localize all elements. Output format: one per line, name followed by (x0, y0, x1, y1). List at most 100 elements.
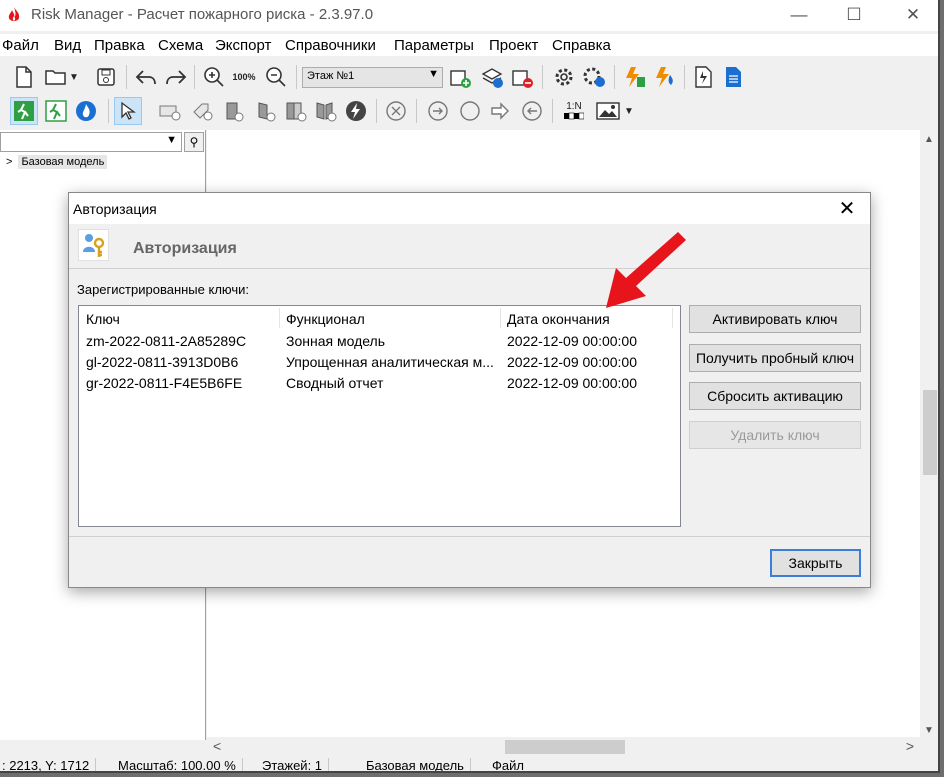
scroll-left-icon[interactable]: < (213, 738, 221, 754)
arrow-right-icon[interactable] (486, 97, 514, 125)
open-dropdown-icon[interactable]: ▼ (66, 63, 82, 91)
key-cell[interactable]: zm-2022-0811-2A85289C (86, 333, 246, 349)
column-feature[interactable]: Функционал (286, 311, 365, 327)
menu-parameters[interactable]: Параметры (394, 37, 474, 54)
key-cell[interactable]: gl-2022-0811-3913D0B6 (86, 354, 238, 370)
dialog-header: Авторизация (69, 224, 870, 269)
evacuation-mode-icon[interactable] (10, 97, 38, 125)
exit-route-icon[interactable] (42, 97, 70, 125)
status-scale: Масштаб: 100.00 % (118, 758, 243, 771)
add-room-icon[interactable] (156, 97, 184, 125)
background-image-icon[interactable] (594, 97, 622, 125)
reset-activation-button[interactable]: Сбросить активацию (689, 382, 861, 410)
title-bar: Risk Manager - Расчет пожарного риска - … (0, 0, 938, 31)
vertical-scroll-thumb[interactable] (923, 390, 937, 475)
cancel-circle-icon[interactable] (382, 97, 410, 125)
fire-report-icon[interactable] (650, 63, 678, 91)
zoom-out-icon[interactable] (262, 63, 290, 91)
activate-key-button[interactable]: Активировать ключ (689, 305, 861, 333)
fire-source-icon[interactable] (72, 97, 100, 125)
flame-icon (8, 7, 20, 21)
close-window-button[interactable]: ✕ (890, 0, 936, 31)
minimize-button[interactable]: — (776, 0, 822, 31)
feature-cell[interactable]: Зонная модель (286, 333, 496, 349)
status-floors: Этажей: 1 (262, 758, 330, 771)
dialog-title: Авторизация (73, 201, 157, 217)
floor-edit-icon[interactable] (478, 63, 506, 91)
feature-cell[interactable]: Упрощенная аналитическая м... (286, 354, 496, 370)
column-expiry-date[interactable]: Дата окончания (507, 311, 610, 327)
settings-gear-icon[interactable] (550, 63, 578, 91)
menu-export[interactable]: Экспорт (215, 37, 271, 54)
scale-ratio-label: 1:N (566, 101, 582, 112)
chevron-right-icon: > (6, 156, 13, 168)
status-bar: : 2213, Y: 1712 Масштаб: 100.00 % Этажей… (0, 758, 938, 773)
entry-node-icon[interactable] (518, 97, 546, 125)
maximize-button[interactable]: ☐ (831, 0, 877, 31)
chevron-down-icon: ▼ (166, 134, 177, 146)
zoom-100-button[interactable]: 100% (230, 63, 258, 91)
expiry-cell[interactable]: 2022-12-09 00:00:00 (507, 375, 637, 391)
status-coordinates: : 2213, Y: 1712 (2, 758, 97, 771)
keys-list[interactable]: Ключ Функционал Дата окончания zm-2022-0… (78, 305, 681, 527)
add-door-icon[interactable] (220, 97, 248, 125)
add-opening-icon[interactable] (252, 97, 280, 125)
keys-list-header: Ключ Функционал Дата окончания (79, 306, 680, 330)
dialog-close-icon[interactable]: ✕ (832, 196, 862, 221)
redo-icon[interactable] (162, 63, 190, 91)
dialog-title-bar: Авторизация ✕ (69, 193, 870, 224)
column-key[interactable]: Ключ (86, 311, 120, 327)
red-arrow-annotation (606, 232, 686, 308)
expiry-cell[interactable]: 2022-12-09 00:00:00 (507, 333, 637, 349)
add-gate-icon[interactable] (312, 97, 340, 125)
image-dropdown-icon[interactable]: ▼ (620, 97, 638, 125)
scroll-up-icon[interactable]: ▲ (924, 134, 934, 145)
search-icon[interactable]: ⚲ (184, 132, 204, 152)
select-cursor-icon[interactable] (114, 97, 142, 125)
toolbar-drawing: 1:N ▼ (0, 94, 660, 128)
calc-settings-icon[interactable] (580, 63, 608, 91)
menu-file[interactable]: Файл (2, 37, 39, 54)
close-dialog-button[interactable]: Закрыть (770, 549, 861, 577)
node-circle-icon[interactable] (456, 97, 484, 125)
floor-select[interactable]: Этаж №1 ▼ (302, 67, 443, 88)
menu-project[interactable]: Проект (489, 37, 538, 54)
menu-view[interactable]: Вид (54, 37, 81, 54)
scale-ratio-icon[interactable]: 1:N (560, 97, 588, 125)
report-doc-icon[interactable] (720, 63, 748, 91)
undo-icon[interactable] (132, 63, 160, 91)
feature-cell[interactable]: Сводный отчет (286, 375, 496, 391)
scroll-right-icon[interactable]: > (906, 738, 914, 754)
result-doc-icon[interactable] (690, 63, 718, 91)
panel-filter-select[interactable]: ▼ (0, 132, 182, 152)
add-double-door-icon[interactable] (282, 97, 310, 125)
fire-calc-icon[interactable] (620, 63, 648, 91)
lightning-icon[interactable] (342, 97, 370, 125)
menu-references[interactable]: Справочники (285, 37, 376, 54)
add-tag-icon[interactable] (188, 97, 216, 125)
window-title: Risk Manager - Расчет пожарного риска - … (31, 6, 374, 23)
scroll-down-icon[interactable]: ▼ (924, 725, 934, 736)
menu-scheme[interactable]: Схема (158, 37, 203, 54)
dialog-header-title: Авторизация (133, 240, 237, 257)
horizontal-scrollbar[interactable]: < > (207, 737, 920, 757)
horizontal-scroll-thumb[interactable] (505, 740, 625, 754)
remove-floor-icon[interactable] (508, 63, 536, 91)
tree-item-base-model[interactable]: > Базовая модель (6, 155, 108, 169)
keys-user-icon (78, 229, 109, 261)
get-trial-key-button[interactable]: Получить пробный ключ (689, 344, 861, 372)
expiry-cell[interactable]: 2022-12-09 00:00:00 (507, 354, 637, 370)
add-floor-icon[interactable] (446, 63, 474, 91)
delete-key-button[interactable]: Удалить ключ (689, 421, 861, 449)
new-file-icon[interactable] (10, 63, 38, 91)
menu-help[interactable]: Справка (552, 37, 611, 54)
save-icon[interactable] (92, 63, 120, 91)
status-model: Базовая модель (366, 758, 471, 771)
status-file: Файл (492, 758, 524, 773)
exit-node-icon[interactable] (424, 97, 452, 125)
key-cell[interactable]: gr-2022-0811-F4E5B6FE (86, 375, 242, 391)
zoom-in-icon[interactable] (200, 63, 228, 91)
menu-edit[interactable]: Правка (94, 37, 145, 54)
vertical-scrollbar[interactable]: ▲ ▼ (920, 130, 938, 740)
app-window: Risk Manager - Расчет пожарного риска - … (0, 0, 940, 773)
